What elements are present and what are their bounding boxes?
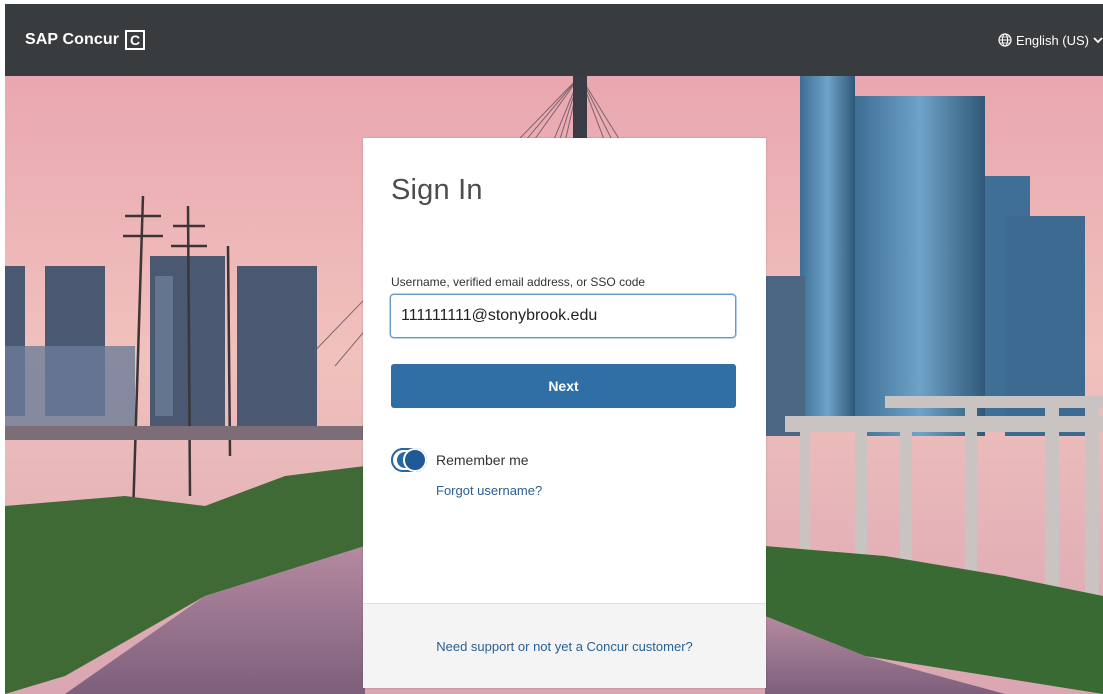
language-selector[interactable]: English (US): [998, 33, 1103, 48]
chevron-down-icon: [1093, 37, 1103, 44]
forgot-username-link[interactable]: Forgot username?: [436, 483, 542, 498]
brand-mark-icon: C: [125, 30, 146, 50]
toggle-knob: [403, 448, 427, 472]
brand-logo: SAP Concur C: [25, 30, 146, 50]
globe-icon: [998, 33, 1012, 47]
username-label: Username, verified email address, or SSO…: [391, 275, 646, 289]
username-input[interactable]: [390, 294, 736, 338]
language-label: English (US): [1016, 32, 1089, 48]
support-link[interactable]: Need support or not yet a Concur custome…: [436, 639, 693, 654]
next-button[interactable]: Next: [391, 364, 736, 408]
brand-name: SAP Concur: [25, 31, 120, 48]
remember-me-label: Remember me: [436, 452, 529, 468]
sign-in-card: Sign In Username, verified email address…: [363, 138, 766, 688]
remember-me-toggle[interactable]: [391, 448, 427, 472]
top-bar: SAP Concur C English (US): [5, 4, 1103, 76]
app-frame: SAP Concur C English (US) Sign In Userna…: [5, 4, 1103, 694]
card-footer: Need support or not yet a Concur custome…: [363, 603, 766, 688]
page-title: Sign In: [391, 174, 483, 206]
